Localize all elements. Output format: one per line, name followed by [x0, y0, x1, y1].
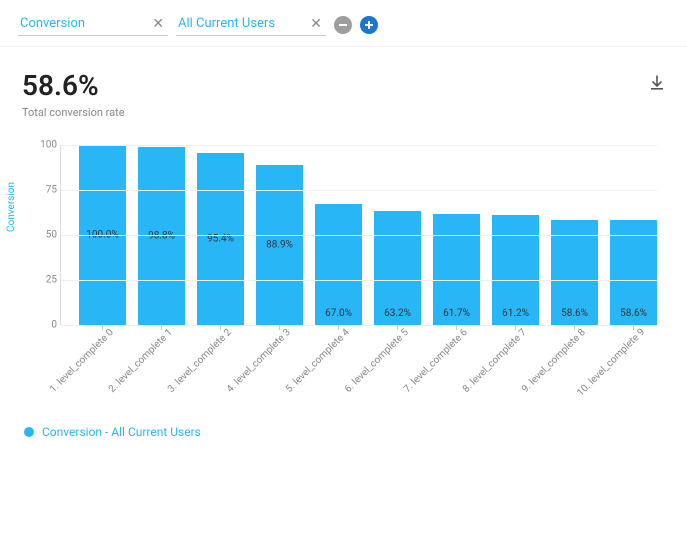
x-tick: 8. level_complete 7 [492, 325, 539, 415]
plus-icon [364, 20, 374, 30]
tick-mark [220, 325, 221, 330]
download-button[interactable] [649, 69, 665, 95]
filter-segment-dropdown[interactable]: All Current Users ✕ [176, 14, 326, 36]
x-tick: 9. level_complete 8 [551, 325, 598, 415]
tick-mark [456, 325, 457, 330]
filter-segment-label: All Current Users [178, 16, 275, 31]
x-tick-label: 1. level_complete 0 [47, 327, 115, 395]
remove-filter-button[interactable] [334, 16, 352, 34]
chart-bar[interactable]: 95.4% [197, 153, 244, 325]
download-icon [649, 75, 665, 91]
x-tick: 10. level_complete 9 [610, 325, 657, 415]
bar-value-label: 58.6% [618, 308, 649, 319]
x-tick: 4. level_complete 3 [255, 325, 302, 415]
bar-value-label: 98.8% [146, 231, 177, 242]
y-tick-label: 75 [33, 185, 57, 196]
x-tick: 5. level_complete 4 [314, 325, 361, 415]
chart-bar[interactable]: 61.2% [492, 215, 539, 325]
chart-bar[interactable]: 88.9% [256, 165, 303, 325]
tick-mark [633, 325, 634, 330]
chart-legend: Conversion - All Current Users [0, 415, 687, 451]
y-tick-label: 25 [33, 275, 57, 286]
chart-bar[interactable]: 98.8% [138, 147, 185, 325]
bar-value-label: 67.0% [323, 308, 354, 319]
tick-mark [397, 325, 398, 330]
tick-mark [338, 325, 339, 330]
tick-mark [515, 325, 516, 330]
chart-bar[interactable]: 61.7% [433, 214, 480, 325]
x-tick: 6. level_complete 5 [373, 325, 420, 415]
tick-mark [161, 325, 162, 330]
bar-value-label: 88.9% [264, 239, 295, 250]
bar-value-label: 61.2% [500, 308, 531, 319]
bar-value-label: 61.7% [441, 308, 472, 319]
grid-line [61, 145, 657, 146]
grid-line [61, 235, 657, 236]
chart-container: Conversion 100.0%98.8%95.4%88.9%67.0%63.… [0, 127, 687, 415]
summary-row: 58.6% Total conversion rate [0, 47, 687, 127]
y-axis-label: Conversion [6, 182, 17, 232]
conversion-rate-value: 58.6% [22, 69, 125, 102]
bar-value-label: 63.2% [382, 308, 413, 319]
filter-metric-dropdown[interactable]: Conversion ✕ [18, 14, 168, 36]
x-tick: 3. level_complete 2 [196, 325, 243, 415]
x-tick: 2. level_complete 1 [137, 325, 184, 415]
legend-label: Conversion - All Current Users [42, 425, 201, 439]
conversion-rate-sublabel: Total conversion rate [22, 106, 125, 119]
close-icon[interactable]: ✕ [150, 17, 166, 31]
chart-bar[interactable]: 63.2% [374, 211, 421, 325]
grid-line [61, 190, 657, 191]
x-tick: 7. level_complete 6 [433, 325, 480, 415]
y-tick-label: 0 [33, 320, 57, 331]
add-filter-button[interactable] [360, 16, 378, 34]
y-tick-label: 100 [33, 140, 57, 151]
chart-bar[interactable]: 67.0% [315, 204, 362, 325]
close-icon[interactable]: ✕ [308, 17, 324, 31]
tick-mark [279, 325, 280, 330]
x-axis: 1. level_complete 0 2. level_complete 1 3.… [60, 325, 657, 415]
filter-bar: Conversion ✕ All Current Users ✕ [0, 0, 687, 47]
bar-value-label: 58.6% [559, 308, 590, 319]
tick-mark [102, 325, 103, 330]
summary-text: 58.6% Total conversion rate [22, 69, 125, 119]
x-tick: 1. level_complete 0 [78, 325, 125, 415]
y-tick-label: 50 [33, 230, 57, 241]
tick-mark [574, 325, 575, 330]
filter-metric-label: Conversion [20, 16, 85, 31]
legend-color-swatch [24, 427, 34, 437]
chart-plot-area: 100.0%98.8%95.4%88.9%67.0%63.2%61.7%61.2… [60, 145, 657, 325]
minus-icon [338, 20, 348, 30]
grid-line [61, 280, 657, 281]
